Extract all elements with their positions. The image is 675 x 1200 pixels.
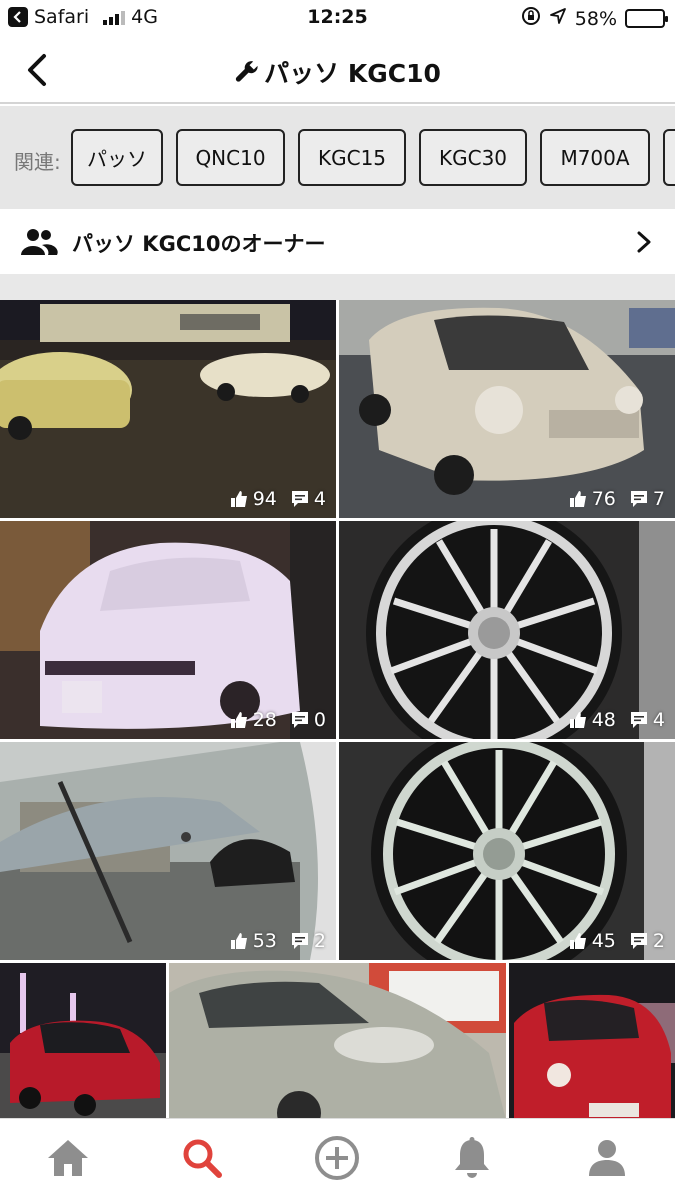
- comment-count: 4: [652, 709, 665, 731]
- comment-icon: [630, 933, 647, 949]
- chevron-right-icon: [637, 231, 651, 253]
- photo-stats: 76 7: [569, 488, 665, 510]
- wheel-photo: [339, 521, 675, 739]
- owners-label: パッソ KGC10のオーナー: [72, 232, 326, 256]
- comment-icon: [291, 933, 308, 949]
- photo-tile[interactable]: [509, 963, 675, 1120]
- section-divider: [0, 274, 675, 300]
- photo-tile[interactable]: 28 0: [0, 521, 336, 739]
- tab-bar: [0, 1118, 675, 1200]
- add-circle-icon: [315, 1136, 359, 1180]
- photo-stats: 48 4: [569, 709, 665, 731]
- wheel-photo: [339, 742, 675, 960]
- related-chip[interactable]: [663, 129, 675, 186]
- related-chip[interactable]: KGC30: [419, 129, 527, 186]
- comment-count: 7: [652, 488, 665, 510]
- comment-count: 4: [313, 488, 326, 510]
- related-chip[interactable]: パッソ: [71, 129, 163, 186]
- like-count: 76: [591, 488, 616, 510]
- thumbs-up-icon: [569, 712, 586, 728]
- photo-tile[interactable]: [169, 963, 506, 1120]
- owners-link[interactable]: パッソ KGC10のオーナー: [0, 209, 675, 274]
- like-count: 53: [252, 930, 277, 952]
- tab-home[interactable]: [43, 1133, 93, 1183]
- related-label: 関連:: [14, 150, 61, 174]
- like-count: 45: [591, 930, 616, 952]
- page-title-text: パッソ KGC10: [264, 59, 441, 88]
- thumbs-up-icon: [230, 712, 247, 728]
- comment-count: 0: [313, 709, 326, 731]
- home-icon: [48, 1140, 88, 1176]
- location-icon: [549, 7, 567, 30]
- like-count: 48: [591, 709, 616, 731]
- related-chips[interactable]: パッソ QNC10 KGC15 KGC30 M700A: [71, 129, 675, 186]
- search-icon: [183, 1139, 222, 1178]
- comment-icon: [630, 491, 647, 507]
- photo-tile[interactable]: 94 4: [0, 300, 336, 518]
- related-chip[interactable]: M700A: [540, 129, 650, 186]
- page-title: パッソ KGC10: [0, 54, 675, 90]
- photo-stats: 45 2: [569, 930, 665, 952]
- window-photo: [0, 742, 336, 960]
- profile-icon: [589, 1140, 625, 1176]
- photo-stats: 28 0: [230, 709, 326, 731]
- thumbs-up-icon: [569, 933, 586, 949]
- car-photo: [339, 300, 675, 518]
- rotation-lock-icon: [521, 6, 541, 31]
- tab-search[interactable]: [177, 1133, 227, 1183]
- comment-count: 2: [313, 930, 326, 952]
- navigation-bar: パッソ KGC10: [0, 36, 675, 104]
- tab-notifications[interactable]: [447, 1133, 497, 1183]
- thumbs-up-icon: [569, 491, 586, 507]
- like-count: 94: [252, 488, 277, 510]
- photo-tile[interactable]: [0, 963, 166, 1120]
- related-chip[interactable]: KGC15: [298, 129, 406, 186]
- photo-tile[interactable]: 53 2: [0, 742, 336, 960]
- comment-count: 2: [652, 930, 665, 952]
- car-photo: [0, 300, 336, 518]
- photo-grid: 94 4 76 7 28 0 48 4 53 2 45 2: [0, 300, 675, 1120]
- wrench-icon: [235, 61, 258, 82]
- tab-profile[interactable]: [582, 1133, 632, 1183]
- bell-icon: [455, 1137, 489, 1178]
- car-photo: [169, 963, 506, 1120]
- comment-icon: [291, 491, 308, 507]
- related-chip[interactable]: QNC10: [176, 129, 285, 186]
- photo-tile[interactable]: 76 7: [339, 300, 675, 518]
- people-icon: [21, 229, 58, 255]
- related-tags-bar: 関連: パッソ QNC10 KGC15 KGC30 M700A: [0, 106, 675, 209]
- photo-tile[interactable]: 45 2: [339, 742, 675, 960]
- thumbs-up-icon: [230, 933, 247, 949]
- photo-tile[interactable]: 48 4: [339, 521, 675, 739]
- status-bar: Safari 4G 12:25 58%: [0, 0, 675, 36]
- car-photo: [0, 963, 166, 1120]
- photo-stats: 94 4: [230, 488, 326, 510]
- photo-stats: 53 2: [230, 930, 326, 952]
- car-photo: [509, 963, 675, 1120]
- tab-post[interactable]: [312, 1133, 362, 1183]
- thumbs-up-icon: [230, 491, 247, 507]
- battery-icon: [625, 9, 668, 28]
- car-photo: [0, 521, 336, 739]
- comment-icon: [291, 712, 308, 728]
- battery-percent: 58%: [574, 7, 617, 30]
- comment-icon: [630, 712, 647, 728]
- like-count: 28: [252, 709, 277, 731]
